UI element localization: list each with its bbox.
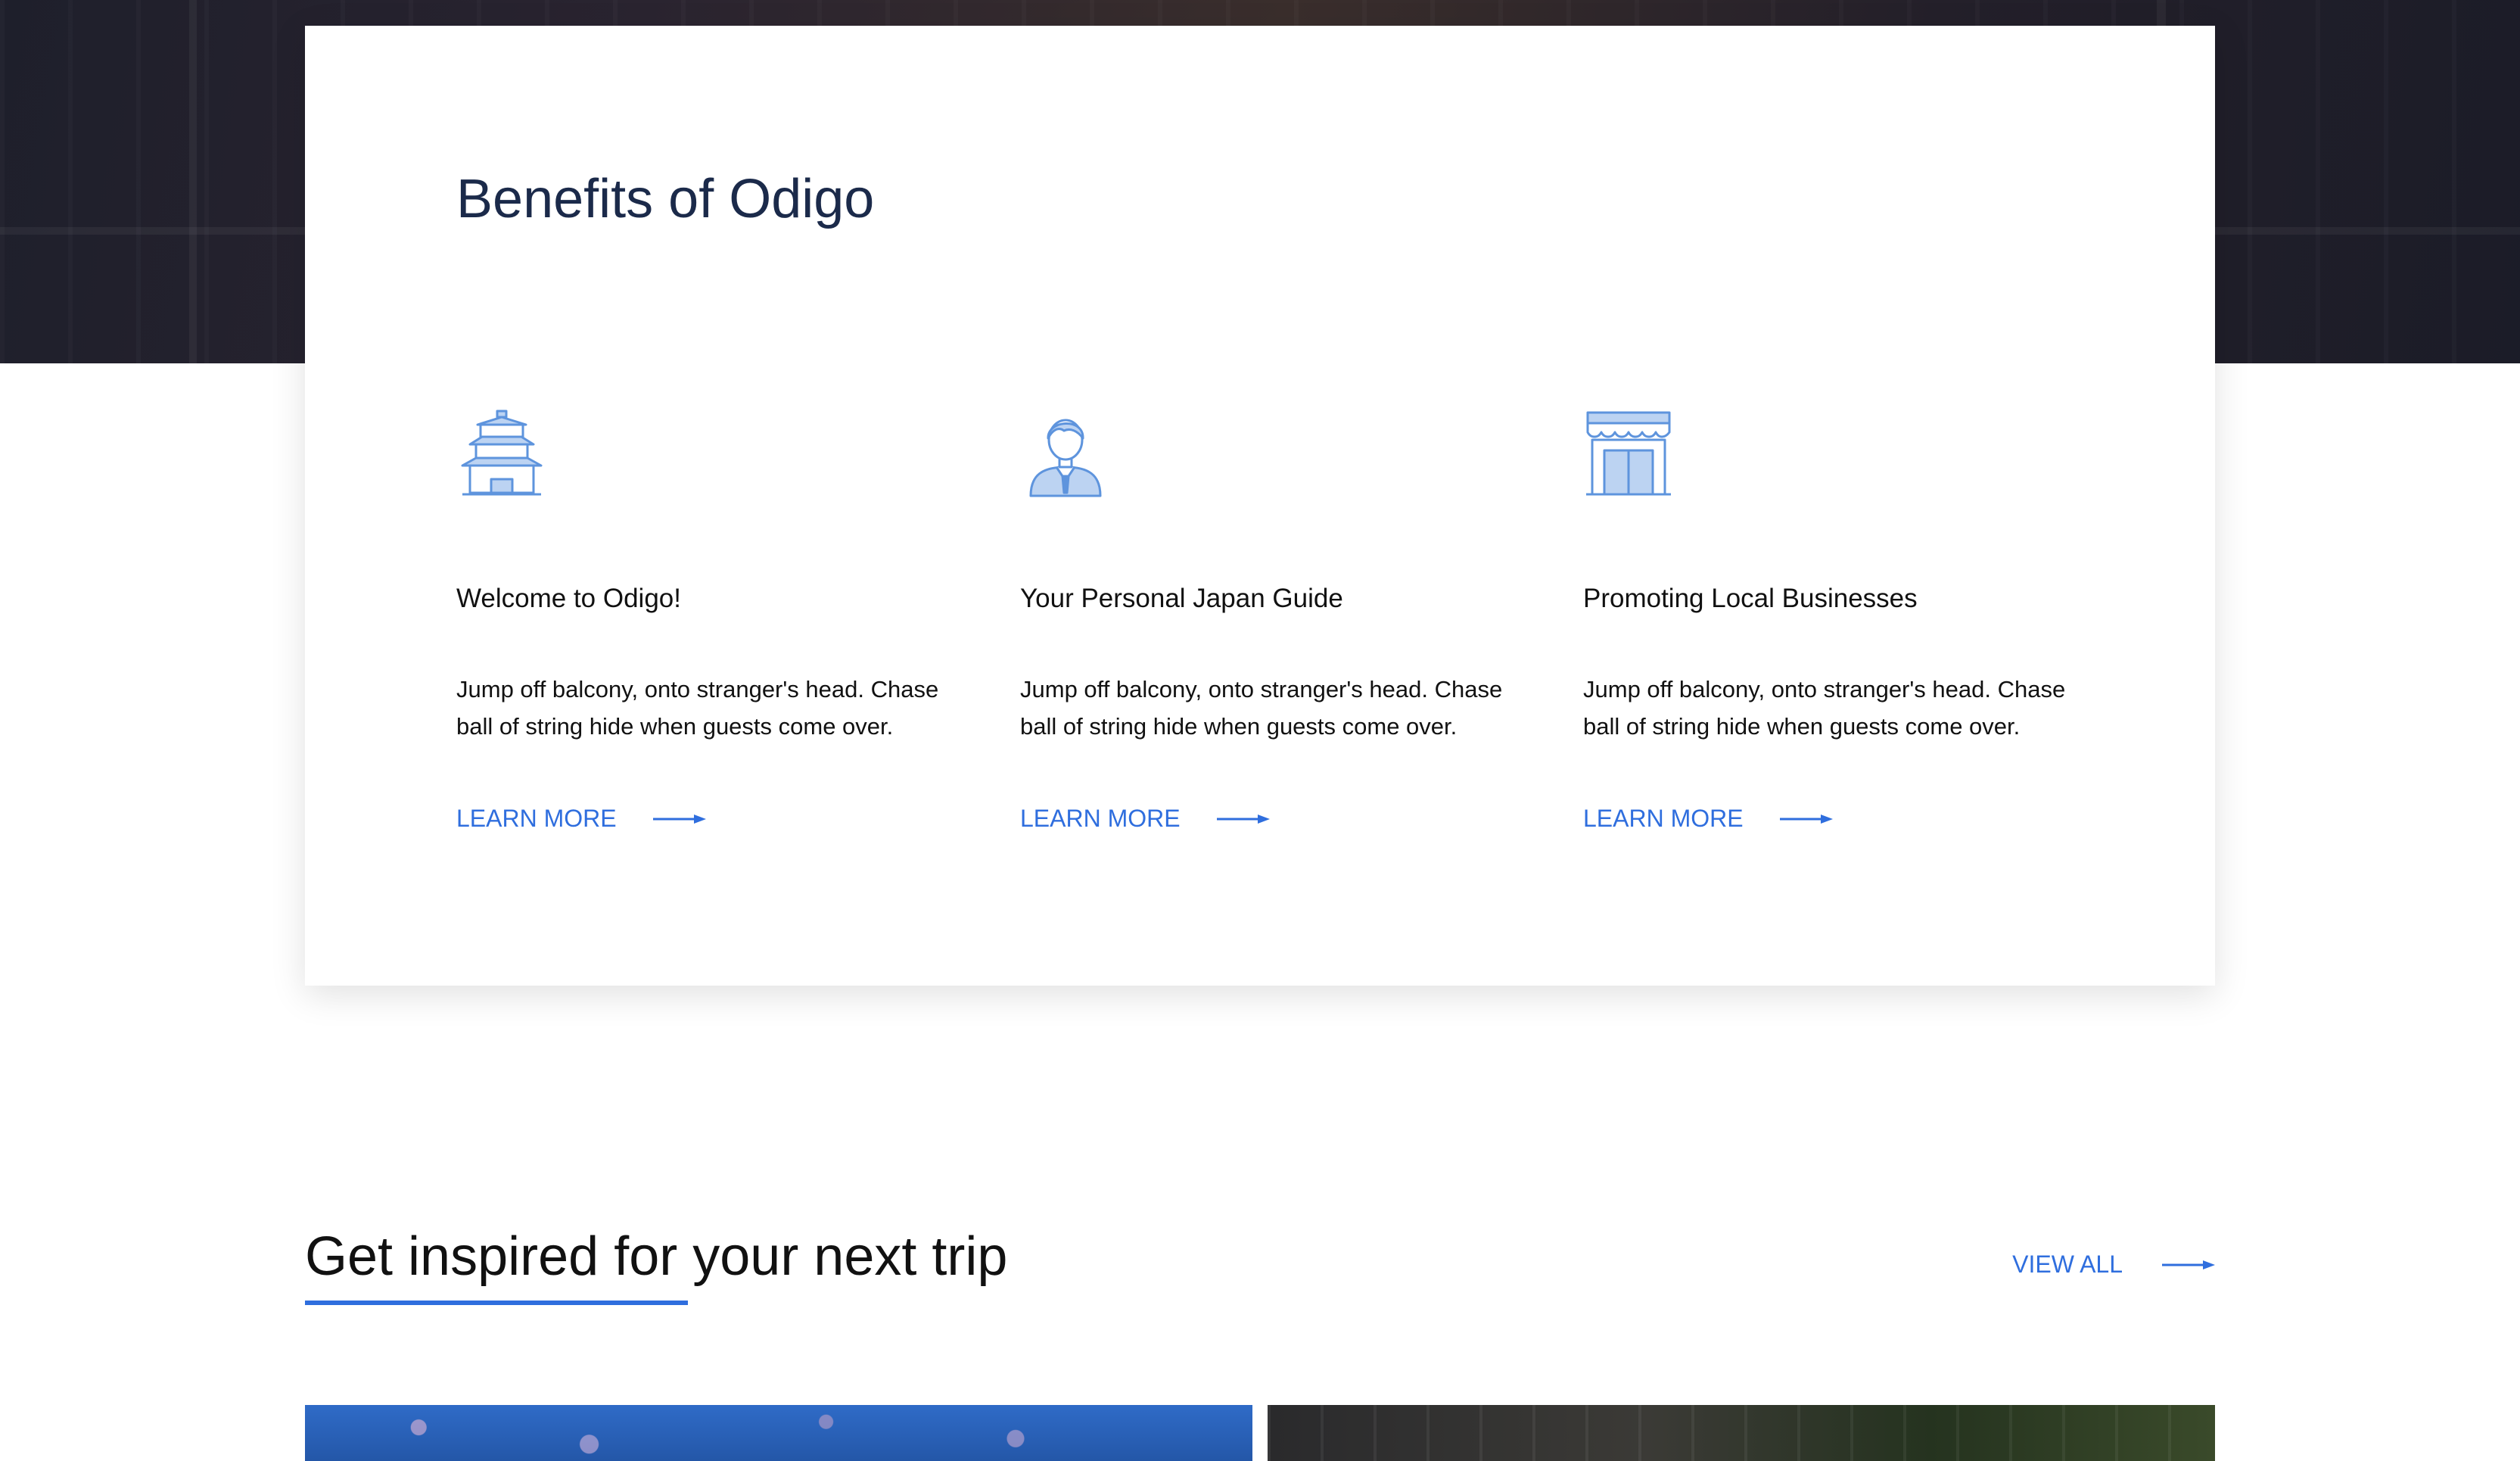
arrow-right-icon (1779, 814, 1833, 824)
view-all-label: VIEW ALL (2012, 1251, 2123, 1278)
benefit-welcome: Welcome to Odigo! Jump off balcony, onto… (456, 408, 956, 832)
benefit-title: Promoting Local Businesses (1583, 584, 1918, 613)
learn-more-label: LEARN MORE (1020, 805, 1181, 832)
guide-person-icon (1020, 408, 1111, 499)
learn-more-label: LEARN MORE (1583, 805, 1744, 832)
learn-more-link-local-businesses[interactable]: LEARN MORE (1583, 805, 1833, 833)
title-underline (305, 1301, 688, 1305)
benefits-title: Benefits of Odigo (456, 169, 875, 229)
benefit-description: Jump off balcony, onto stranger's head. … (1583, 676, 2066, 740)
benefit-description: Jump off balcony, onto stranger's head. … (456, 676, 939, 740)
benefit-local-businesses: Promoting Local Businesses Jump off balc… (1583, 408, 2083, 832)
benefit-description: Jump off balcony, onto stranger's head. … (1020, 676, 1503, 740)
benefit-title: Your Personal Japan Guide (1020, 584, 1343, 613)
benefits-card: Benefits of Odigo Welcome to Odigo! Jump… (305, 26, 2215, 986)
storefront-icon (1583, 408, 1674, 499)
pagoda-icon (456, 408, 547, 499)
benefit-guide: Your Personal Japan Guide Jump off balco… (1020, 408, 1520, 832)
learn-more-label: LEARN MORE (456, 805, 617, 832)
arrow-right-icon (1216, 814, 1270, 824)
arrow-right-icon (2162, 1260, 2215, 1270)
learn-more-link-welcome[interactable]: LEARN MORE (456, 805, 706, 833)
inspired-section-title: Get inspired for your next trip (305, 1226, 1008, 1287)
benefit-title: Welcome to Odigo! (456, 584, 681, 613)
learn-more-link-guide[interactable]: LEARN MORE (1020, 805, 1270, 833)
trip-card-cherry-blossom-image[interactable] (305, 1405, 1252, 1461)
arrow-right-icon (652, 814, 706, 824)
view-all-link[interactable]: VIEW ALL (2012, 1251, 2215, 1279)
trip-card-street-image[interactable] (1268, 1405, 2215, 1461)
